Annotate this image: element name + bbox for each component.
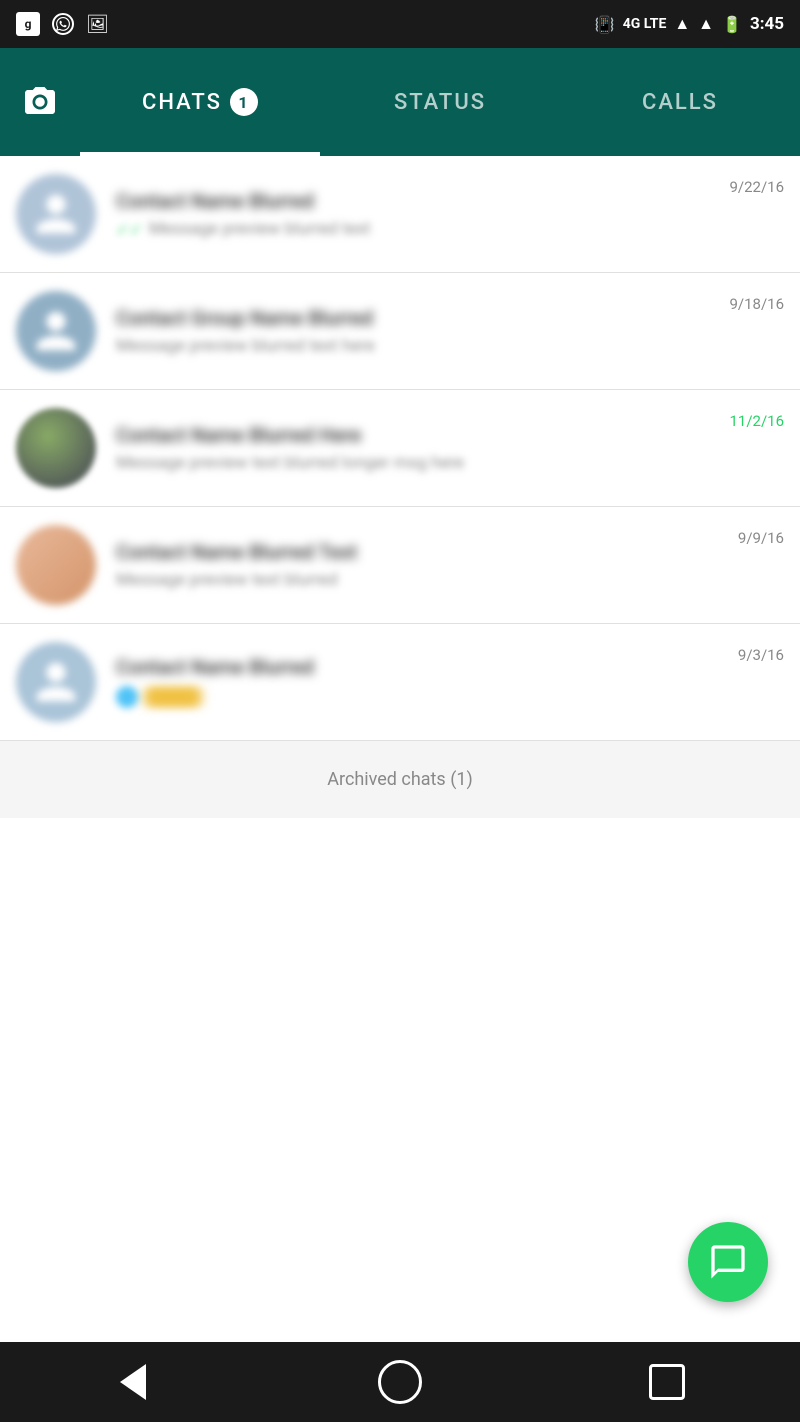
avatar (16, 408, 96, 488)
chat-content: Contact Name Blurred Text Message previe… (116, 540, 738, 590)
whatsapp-icon (52, 13, 74, 35)
chat-timestamp: 9/22/16 (729, 178, 784, 196)
time-display: 3:45 (750, 14, 784, 34)
app-icon-g: g (16, 12, 40, 36)
message-preview (116, 685, 738, 709)
tab-chats[interactable]: CHATS 1 (80, 48, 320, 156)
chat-item[interactable]: Contact Group Name Blurred Message previ… (0, 273, 800, 390)
contact-name: Contact Name Blurred Text (116, 540, 738, 564)
status-bar: g 🖼 📳 4G LTE ▲ ▲ 🔋 3:45 (0, 0, 800, 48)
avatar (16, 174, 96, 254)
recents-button[interactable] (637, 1352, 697, 1412)
vibrate-icon: 📳 (595, 15, 615, 34)
tab-calls[interactable]: CALLS (560, 48, 800, 156)
chat-timestamp: 9/9/16 (738, 529, 784, 547)
message-preview: Message preview text blurred longer msg … (116, 453, 729, 473)
contact-name: Contact Name Blurred Here (116, 423, 729, 447)
recents-icon (649, 1364, 685, 1400)
camera-button[interactable] (16, 78, 64, 126)
preview-badge (144, 685, 202, 709)
chat-content: Contact Name Blurred Here Message previe… (116, 423, 729, 473)
contact-name: Contact Name Blurred (116, 655, 738, 679)
chat-item[interactable]: Contact Name Blurred Here Message previe… (0, 390, 800, 507)
signal-icon-2: ▲ (698, 14, 714, 34)
tab-status[interactable]: STATUS (320, 48, 560, 156)
chat-content: Contact Name Blurred (116, 655, 738, 709)
nav-tabs: CHATS 1 STATUS CALLS (80, 48, 800, 156)
battery-icon: 🔋 (722, 15, 742, 34)
avatar (16, 642, 96, 722)
chat-item[interactable]: Contact Name Blurred ✓✓ Message preview … (0, 156, 800, 273)
back-button[interactable] (103, 1352, 163, 1412)
message-preview: Message preview text blurred (116, 570, 738, 590)
chat-item[interactable]: Contact Name Blurred Text Message previe… (0, 507, 800, 624)
new-chat-fab[interactable] (688, 1222, 768, 1302)
signal-icon: ▲ (674, 14, 690, 34)
message-preview: Message preview blurred text here (116, 336, 729, 356)
status-bar-left: g 🖼 (16, 12, 109, 36)
nav-bar: CHATS 1 STATUS CALLS (0, 48, 800, 156)
chat-content: Contact Name Blurred ✓✓ Message preview … (116, 189, 729, 239)
chat-timestamp: 9/3/16 (738, 646, 784, 664)
avatar (16, 291, 96, 371)
network-icon: 4G LTE (623, 16, 667, 32)
home-icon (378, 1360, 422, 1404)
archived-chats[interactable]: Archived chats (1) (0, 741, 800, 818)
home-button[interactable] (370, 1352, 430, 1412)
chat-timestamp: 9/18/16 (729, 295, 784, 313)
contact-name: Contact Group Name Blurred (116, 306, 729, 330)
chat-content: Contact Group Name Blurred Message previ… (116, 306, 729, 356)
bottom-nav (0, 1342, 800, 1422)
chat-item[interactable]: Contact Name Blurred 9/3/16 (0, 624, 800, 741)
status-bar-right: 📳 4G LTE ▲ ▲ 🔋 3:45 (595, 14, 784, 34)
back-icon (120, 1364, 146, 1400)
chat-timestamp: 11/2/16 (729, 412, 784, 430)
image-icon: 🖼 (86, 14, 109, 35)
message-preview: ✓✓ Message preview blurred text (116, 219, 729, 239)
contact-name: Contact Name Blurred (116, 189, 729, 213)
chat-list: Contact Name Blurred ✓✓ Message preview … (0, 156, 800, 1342)
chats-badge: 1 (230, 88, 258, 116)
avatar (16, 525, 96, 605)
read-tick: ✓✓ (116, 220, 143, 239)
preview-avatar (116, 686, 138, 708)
